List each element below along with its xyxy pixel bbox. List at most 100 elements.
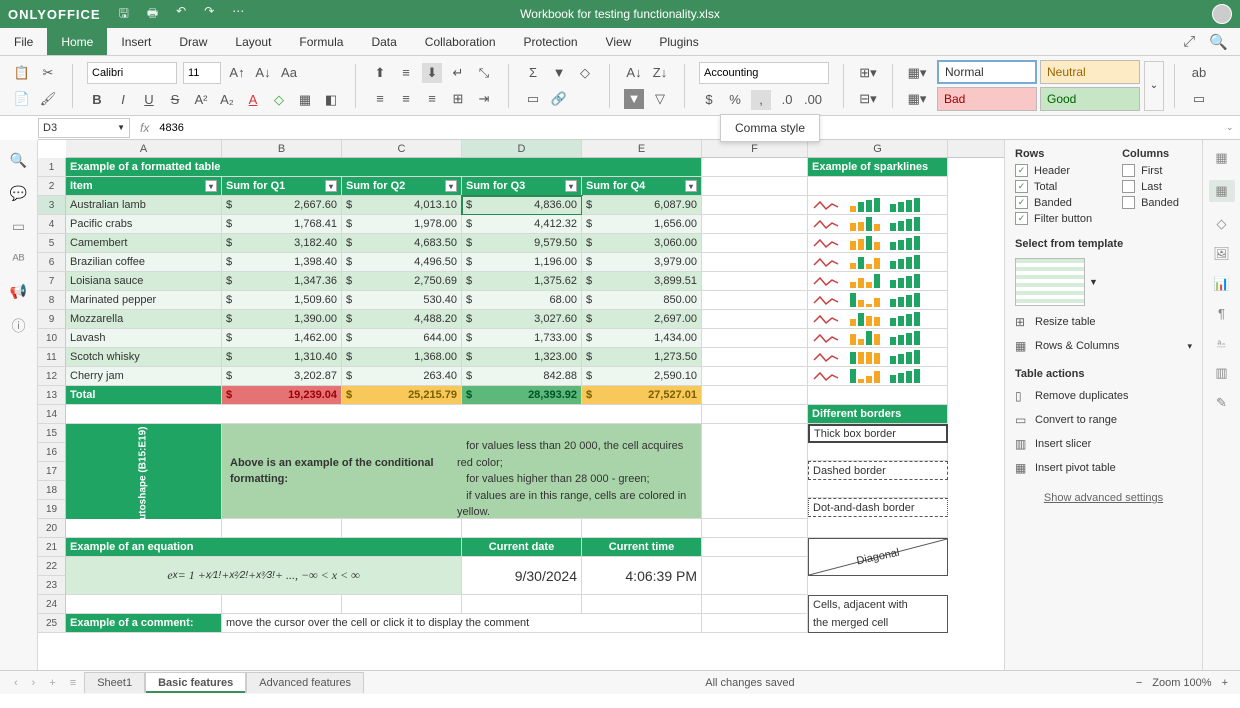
cell[interactable]: Lavash <box>66 329 222 348</box>
row-header-21[interactable]: 21 <box>38 538 66 557</box>
cell[interactable] <box>342 595 462 614</box>
cell[interactable] <box>702 386 808 405</box>
tab-prev-icon[interactable]: ‹ <box>8 677 24 689</box>
cell[interactable]: $3,027.60 <box>462 310 582 329</box>
row-header-2[interactable]: 2 <box>38 177 66 196</box>
cell[interactable]: $3,202.87 <box>222 367 342 386</box>
formula-expand-icon[interactable]: ⌄ <box>1226 122 1240 133</box>
cell[interactable] <box>702 614 808 633</box>
orientation-icon[interactable]: ⤡ <box>474 63 494 83</box>
cell[interactable]: Current date <box>462 538 582 557</box>
cell[interactable]: $2,590.10 <box>582 367 702 386</box>
align-left-icon[interactable]: ≡ <box>370 89 390 109</box>
cell[interactable] <box>808 329 948 348</box>
comma-style-icon[interactable]: , <box>751 90 771 110</box>
cell[interactable]: Above is an example of the conditional f… <box>222 424 702 519</box>
cell[interactable] <box>808 196 948 215</box>
sheet-tab[interactable]: Sheet1 <box>84 672 145 693</box>
underline-icon[interactable]: U <box>139 90 159 110</box>
cell[interactable] <box>702 177 808 196</box>
row-header-18[interactable]: 18 <box>38 481 66 500</box>
cell[interactable] <box>702 424 808 519</box>
cell[interactable]: Sum for Q3▾ <box>462 177 582 196</box>
menu-protection[interactable]: Protection <box>510 28 592 55</box>
col-header-B[interactable]: B <box>222 140 342 157</box>
text-settings-icon[interactable]: ¶ <box>1218 306 1225 321</box>
cell[interactable]: $25,215.79 <box>342 386 462 405</box>
cell[interactable]: $1,733.00 <box>462 329 582 348</box>
row-header-9[interactable]: 9 <box>38 310 66 329</box>
cell[interactable]: Loisiana sauce <box>66 272 222 291</box>
clear-filter-icon[interactable]: ▽ <box>650 89 670 109</box>
cell[interactable] <box>66 519 222 538</box>
cell[interactable]: Different borders <box>808 405 948 424</box>
cell[interactable]: $1,375.62 <box>462 272 582 291</box>
delete-cells-icon[interactable]: ⊟▾ <box>858 89 878 109</box>
select-icon[interactable]: ▭ <box>1189 89 1209 109</box>
add-sheet-icon[interactable]: + <box>43 677 61 689</box>
cell[interactable]: 4:06:39 PM <box>582 557 702 595</box>
cell[interactable]: $4,013.10 <box>342 196 462 215</box>
cell[interactable]: Diagonal <box>808 538 948 576</box>
cell[interactable]: $1,462.00 <box>222 329 342 348</box>
sort-desc-icon[interactable]: Z↓ <box>650 63 670 83</box>
cell[interactable]: $68.00 <box>462 291 582 310</box>
cell[interactable] <box>702 348 808 367</box>
cell[interactable] <box>808 215 948 234</box>
link-icon[interactable]: 🔗 <box>549 89 569 109</box>
cell-styles-gallery[interactable]: Normal Neutral Bad Good ⌄ <box>937 60 1164 111</box>
spellcheck-tool-icon[interactable]: ᴬᴮ <box>12 251 24 267</box>
cell[interactable]: $1,768.41 <box>222 215 342 234</box>
cell[interactable]: move the cursor over the cell or click i… <box>222 614 702 633</box>
sum-icon[interactable]: Σ <box>523 63 543 83</box>
row-header-19[interactable]: 19 <box>38 500 66 519</box>
cell[interactable] <box>702 158 808 177</box>
menu-view[interactable]: View <box>592 28 646 55</box>
insert-pivot-link[interactable]: ▦Insert pivot table <box>1015 456 1192 480</box>
banded-cols-checkbox[interactable] <box>1122 196 1135 209</box>
filter-checkbox[interactable] <box>1015 212 1028 225</box>
italic-icon[interactable]: I <box>113 90 133 110</box>
cell[interactable]: Mozzarella <box>66 310 222 329</box>
font-family-select[interactable] <box>87 62 177 84</box>
sheet-list-icon[interactable]: ≡ <box>64 677 82 689</box>
cell[interactable] <box>808 272 948 291</box>
cell[interactable] <box>808 386 948 405</box>
cell[interactable] <box>702 329 808 348</box>
align-center-icon[interactable]: ≡ <box>396 89 416 109</box>
align-top-icon[interactable]: ⬆ <box>370 63 390 83</box>
named-range-icon[interactable]: ▭ <box>523 89 543 109</box>
font-color-icon[interactable]: A <box>243 90 263 110</box>
convert-range-link[interactable]: ▭Convert to range <box>1015 408 1192 432</box>
font-size-select[interactable] <box>183 62 221 84</box>
cell[interactable]: 9/30/2024 <box>462 557 582 595</box>
row-header-4[interactable]: 4 <box>38 215 66 234</box>
cell[interactable] <box>808 234 948 253</box>
cell[interactable]: $4,488.20 <box>342 310 462 329</box>
signature-icon[interactable]: ✎ <box>1216 395 1227 411</box>
cell[interactable]: $3,060.00 <box>582 234 702 253</box>
user-avatar[interactable] <box>1212 4 1232 24</box>
col-header-F[interactable]: F <box>702 140 808 157</box>
cell[interactable] <box>462 519 582 538</box>
bold-icon[interactable]: B <box>87 90 107 110</box>
row-header-6[interactable]: 6 <box>38 253 66 272</box>
cell[interactable]: $1,196.00 <box>462 253 582 272</box>
cell[interactable]: Current time <box>582 538 702 557</box>
cell[interactable]: Pacific crabs <box>66 215 222 234</box>
cell[interactable] <box>462 595 582 614</box>
cell[interactable] <box>808 177 948 196</box>
clear2-icon[interactable]: ◇ <box>575 63 595 83</box>
cell[interactable]: $1,368.00 <box>342 348 462 367</box>
sheet-tab[interactable]: Advanced features <box>246 672 364 693</box>
cell[interactable]: $1,323.00 <box>462 348 582 367</box>
shape-settings-icon[interactable]: ◇ <box>1217 216 1227 232</box>
cell[interactable]: Example of a comment: <box>66 614 222 633</box>
col-header-G[interactable]: G <box>808 140 948 157</box>
row-header-20[interactable]: 20 <box>38 519 66 538</box>
cell[interactable] <box>702 595 808 614</box>
zoom-out-icon[interactable]: − <box>1136 677 1142 689</box>
row-header-22[interactable]: 22 <box>38 557 66 576</box>
cell[interactable]: $850.00 <box>582 291 702 310</box>
save-icon[interactable]: 🖫 <box>119 4 129 25</box>
